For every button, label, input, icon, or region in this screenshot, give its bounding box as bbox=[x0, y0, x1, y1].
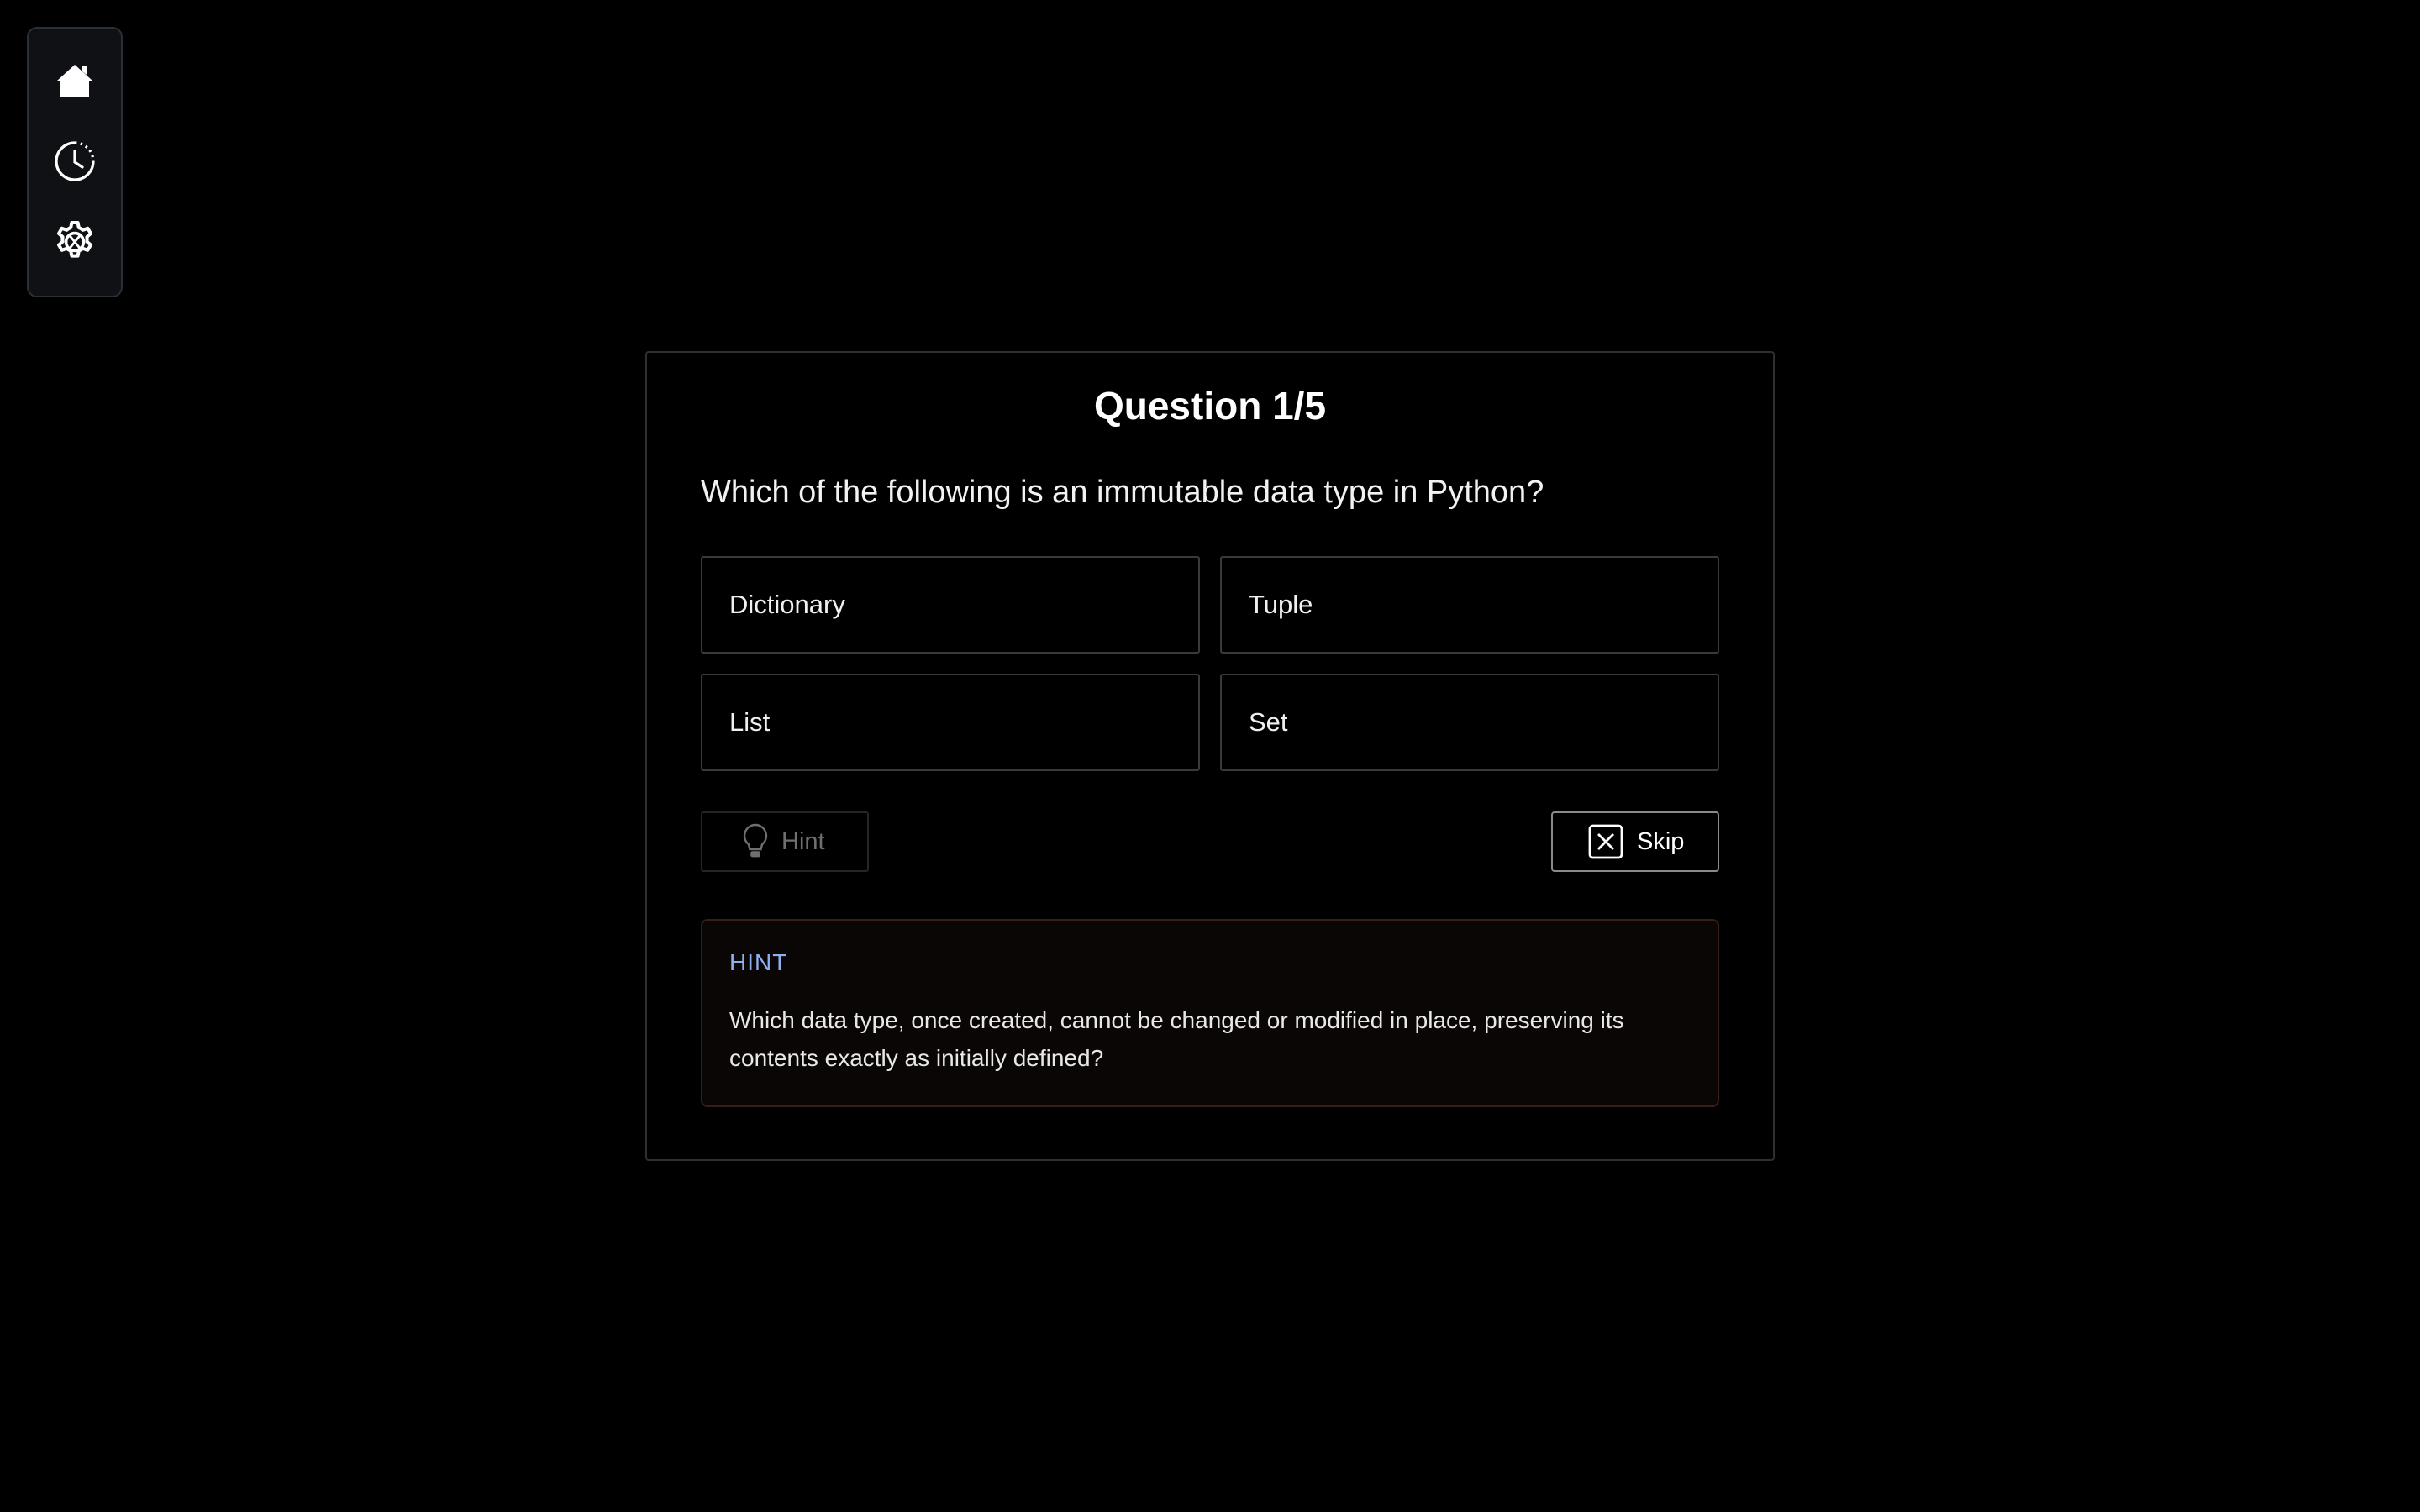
question-counter: Question 1/5 bbox=[1093, 384, 1327, 428]
close-box-icon bbox=[1588, 824, 1623, 859]
question-text: Which of the following is an immutable d… bbox=[701, 475, 1544, 510]
sidebar bbox=[27, 27, 123, 297]
skip-button[interactable]: Skip bbox=[1551, 811, 1719, 872]
hint-button-label: Hint bbox=[781, 827, 825, 855]
hint-button[interactable]: Hint bbox=[701, 811, 869, 872]
settings-button[interactable] bbox=[51, 220, 98, 264]
hint-text: Which data type, once created, cannot be… bbox=[729, 1007, 1624, 1071]
answer-option-dictionary[interactable]: Dictionary bbox=[701, 556, 1200, 654]
answer-option-tuple[interactable]: Tuple bbox=[1220, 556, 1719, 654]
home-icon bbox=[57, 65, 92, 97]
answer-option-set[interactable]: Set bbox=[1220, 674, 1719, 771]
quiz-card: Question 1/5 Which of the following is a… bbox=[645, 351, 1775, 1161]
settings-icon bbox=[57, 221, 92, 258]
history-button[interactable] bbox=[51, 139, 98, 183]
answer-option-list[interactable]: List bbox=[701, 674, 1200, 771]
hint-panel: HINT Which data type, once created, cann… bbox=[701, 919, 1719, 1107]
hint-heading: HINT bbox=[729, 949, 788, 975]
skip-button-label: Skip bbox=[1637, 827, 1685, 855]
lightbulb-icon bbox=[743, 823, 768, 858]
history-icon bbox=[55, 141, 95, 181]
home-button[interactable] bbox=[51, 59, 98, 102]
